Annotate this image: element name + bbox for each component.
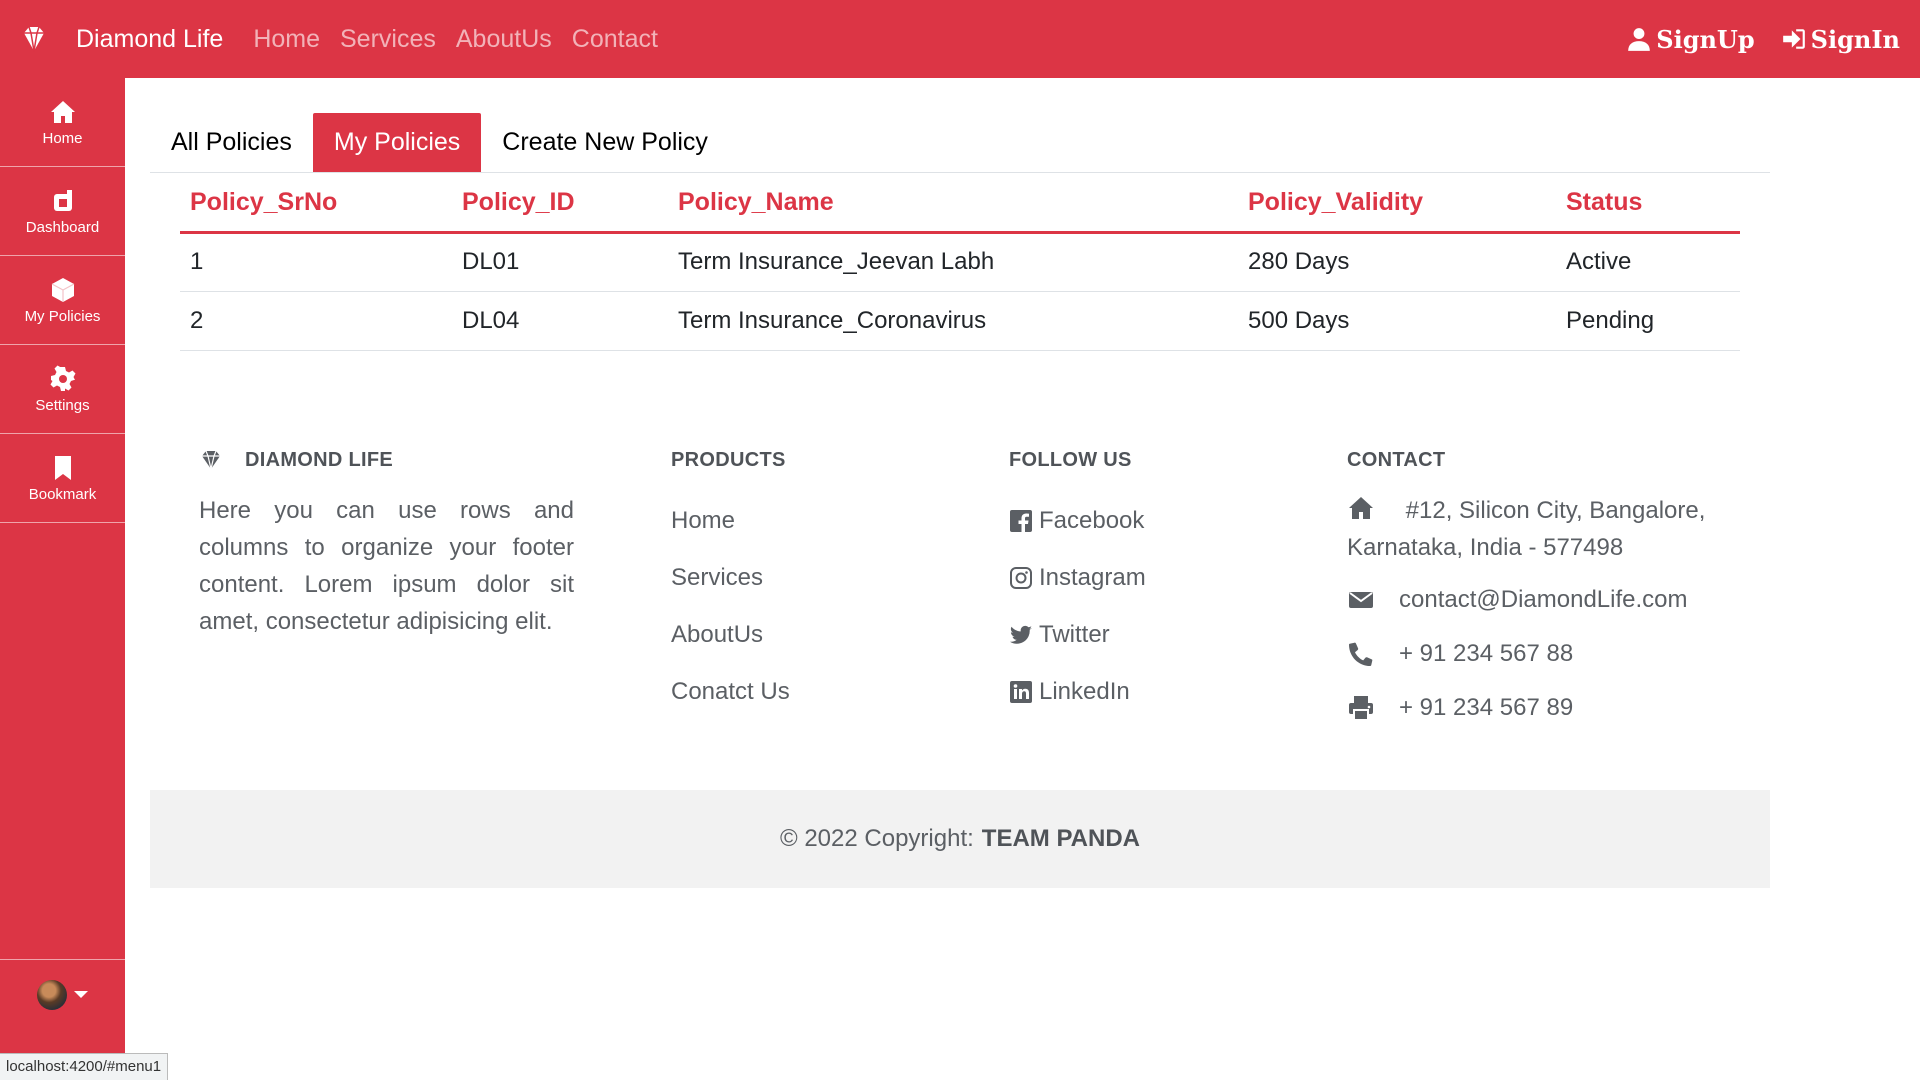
footer-link-instagram[interactable]: Instagram <box>1009 549 1146 606</box>
brand[interactable]: Diamond Life <box>18 23 223 55</box>
home-icon <box>1349 497 1373 519</box>
table-row: 2 DL04 Term Insurance_Coronavirus 500 Da… <box>180 291 1740 351</box>
facebook-icon <box>1010 509 1032 532</box>
home-icon <box>50 100 75 123</box>
phone-icon <box>1349 642 1373 666</box>
sidebar-item-settings[interactable]: Settings <box>0 345 125 434</box>
signup-label: SignUp <box>1656 24 1755 54</box>
footer-follow-heading: FOLLOW US <box>1009 448 1132 471</box>
gear-icon <box>50 365 75 391</box>
nav-link-contact[interactable]: Contact <box>572 25 658 54</box>
dashboard-icon <box>53 189 72 211</box>
footer-link-home[interactable]: Home <box>671 492 790 549</box>
contact-phone: + 91 234 567 88 <box>1347 640 1747 668</box>
footer-link-linkedin[interactable]: LinkedIn <box>1009 663 1146 720</box>
sidebar-item-label: Home <box>42 129 83 147</box>
brand-name: Diamond Life <box>76 24 224 53</box>
footer-products-heading: PRODUCTS <box>671 448 786 471</box>
policies-table: Policy_SrNo Policy_ID Policy_Name Policy… <box>180 174 1740 351</box>
nav-link-home[interactable]: Home <box>253 25 320 54</box>
column-header: Policy_SrNo <box>180 174 452 234</box>
caret-down-icon[interactable] <box>74 991 88 998</box>
footer-link-twitter[interactable]: Twitter <box>1009 606 1146 663</box>
cell-srno: 2 <box>180 291 452 351</box>
printer-icon <box>1349 696 1373 721</box>
signin-link[interactable]: SignIn <box>1781 25 1900 54</box>
sidebar: Home Dashboard My Policies Settings Book… <box>0 78 125 1080</box>
cell-policy-name: Term Insurance_Coronavirus <box>668 291 1238 351</box>
top-navbar: Diamond Life Home Services AboutUs Conta… <box>0 0 1920 78</box>
cube-icon <box>51 277 74 302</box>
sidebar-item-label: Bookmark <box>28 485 97 503</box>
cell-status: Pending <box>1556 291 1740 351</box>
footer-contact-heading: CONTACT <box>1347 448 1446 471</box>
column-header: Status <box>1556 174 1740 234</box>
sidebar-item-label: My Policies <box>24 307 101 325</box>
cell-policy-id: DL01 <box>452 232 668 292</box>
status-bar-url: localhost:4200/#menu1 <box>0 1053 169 1080</box>
contact-address: #12, Silicon City, Bangalore, Karnataka,… <box>1347 492 1747 566</box>
footer-link-aboutus[interactable]: AboutUs <box>671 606 790 663</box>
bookmark-icon <box>54 455 71 480</box>
instagram-icon <box>1010 566 1032 589</box>
footer-brand-heading: DIAMOND LIFE <box>199 440 574 480</box>
signup-link[interactable]: SignUp <box>1626 24 1755 54</box>
nav-link-aboutus[interactable]: AboutUs <box>456 25 552 54</box>
diamond-icon <box>24 26 44 52</box>
cell-policy-name: Term Insurance_Jeevan Labh <box>668 232 1238 292</box>
column-header: Policy_Validity <box>1238 174 1556 234</box>
sidebar-item-dashboard[interactable]: Dashboard <box>0 167 125 256</box>
tab-my-policies[interactable]: My Policies <box>312 113 482 172</box>
footer-products: PRODUCTS Home Services AboutUs Conatct U… <box>671 440 790 720</box>
sidebar-item-label: Dashboard <box>25 218 100 236</box>
footer-contact: CONTACT #12, Silicon City, Bangalore, Ka… <box>1347 440 1747 722</box>
contact-fax: + 91 234 567 89 <box>1347 694 1747 722</box>
footer-link-services[interactable]: Services <box>671 549 790 606</box>
contact-email: contact@DiamondLife.com <box>1347 586 1747 614</box>
footer-about: DIAMOND LIFE Here you can use rows and c… <box>199 440 574 640</box>
main-nav: Home Services AboutUs Contact <box>253 25 678 54</box>
sidebar-item-home[interactable]: Home <box>0 78 125 167</box>
copyright-team[interactable]: TEAM PANDA <box>982 825 1140 853</box>
policy-tabs: All Policies My Policies Create New Poli… <box>150 113 1770 173</box>
twitter-icon <box>1010 625 1032 644</box>
cell-policy-id: DL04 <box>452 291 668 351</box>
cell-policy-validity: 280 Days <box>1238 232 1556 292</box>
sidebar-item-my-policies[interactable]: My Policies <box>0 256 125 345</box>
sidebar-item-label: Settings <box>35 396 90 414</box>
footer-link-facebook[interactable]: Facebook <box>1009 492 1146 549</box>
avatar[interactable] <box>37 979 67 1010</box>
column-header: Policy_ID <box>452 174 668 234</box>
tab-all-policies[interactable]: All Policies <box>150 113 313 172</box>
nav-link-services[interactable]: Services <box>340 25 436 54</box>
footer-about-text: Here you can use rows and columns to org… <box>199 497 574 635</box>
envelope-icon <box>1349 592 1373 608</box>
copyright-bar: © 2022 Copyright: TEAM PANDA <box>150 790 1770 888</box>
user-menu[interactable] <box>0 959 125 1029</box>
sign-in-icon <box>1782 29 1805 49</box>
cell-status: Active <box>1556 232 1740 292</box>
footer-link-contact-us[interactable]: Conatct Us <box>671 663 790 720</box>
signin-label: SignIn <box>1810 24 1900 54</box>
table-header-row: Policy_SrNo Policy_ID Policy_Name Policy… <box>180 174 1740 234</box>
user-icon <box>1628 28 1651 51</box>
copyright-text: © 2022 Copyright: <box>779 825 974 852</box>
diamond-icon <box>202 450 220 470</box>
cell-srno: 1 <box>180 232 452 292</box>
linkedin-icon <box>1010 680 1032 703</box>
auth-links: SignUp SignIn <box>1600 0 1900 78</box>
tab-create-new-policy[interactable]: Create New Policy <box>481 113 729 172</box>
sidebar-item-bookmark[interactable]: Bookmark <box>0 434 125 523</box>
cell-policy-validity: 500 Days <box>1238 291 1556 351</box>
table-row: 1 DL01 Term Insurance_Jeevan Labh 280 Da… <box>180 232 1740 292</box>
column-header: Policy_Name <box>668 174 1238 234</box>
footer-follow: FOLLOW US Facebook Instagram Twitter Lin… <box>1009 440 1146 720</box>
